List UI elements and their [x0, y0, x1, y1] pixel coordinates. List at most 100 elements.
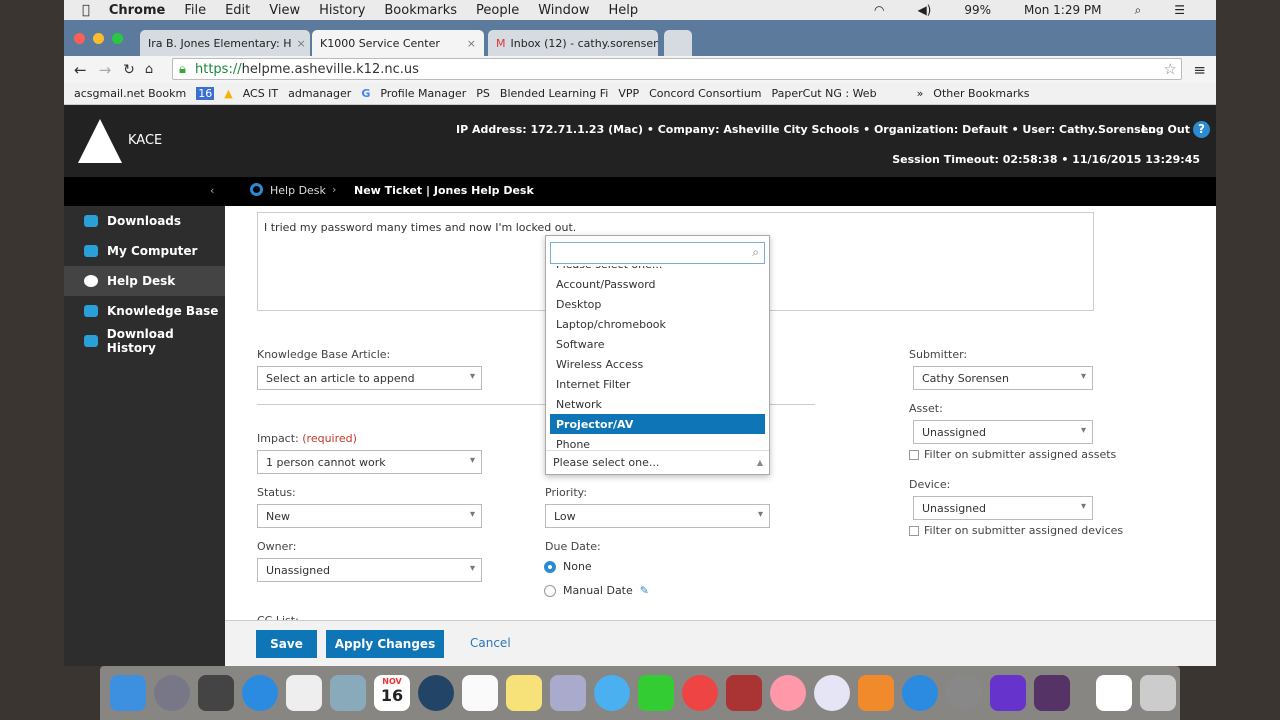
clock[interactable]: Mon 1:29 PM — [1024, 3, 1101, 17]
new-tab-button[interactable] — [664, 30, 692, 56]
menu-help[interactable]: Help — [609, 3, 639, 18]
apple-icon[interactable]:  — [82, 3, 90, 18]
facetime-icon[interactable] — [638, 675, 674, 711]
imovie-icon[interactable] — [1034, 675, 1070, 711]
tab-inbox[interactable]: MInbox (12) - cathy.sorensen× — [488, 30, 658, 56]
cancel-link[interactable]: Cancel — [470, 636, 511, 650]
spotlight-icon[interactable]: ⌕ — [1135, 3, 1142, 18]
tab-k1000[interactable]: K1000 Service Center × — [312, 30, 484, 56]
logout-link[interactable]: Log Out — [1141, 123, 1190, 136]
category-option[interactable]: Software — [546, 334, 769, 354]
mail-icon[interactable] — [330, 675, 366, 711]
category-select[interactable]: Please select one... ▲ — [546, 450, 769, 474]
pencil-icon[interactable]: ✎ — [640, 584, 649, 597]
menu-history[interactable]: History — [319, 3, 365, 18]
menu-window[interactable]: Window — [538, 3, 589, 18]
category-option-highlighted[interactable]: Projector/AV — [550, 414, 765, 434]
bookmark-calendar[interactable]: 16 — [196, 87, 215, 100]
bookmark-papercut[interactable]: PaperCut NG : Web — [772, 87, 877, 100]
volume-icon[interactable]: ◀) — [917, 3, 931, 17]
menu-bookmarks[interactable]: Bookmarks — [384, 3, 457, 18]
category-option[interactable]: Please select one... — [546, 266, 769, 274]
asset-select[interactable]: Unassigned — [913, 420, 1093, 444]
sidebar-item-help-desk[interactable]: Help Desk — [64, 266, 225, 296]
category-option[interactable]: Laptop/chromebook — [546, 314, 769, 334]
quicktime-icon[interactable] — [418, 675, 454, 711]
document-icon[interactable] — [1096, 675, 1132, 711]
submitter-select[interactable]: Cathy Sorensen — [913, 366, 1093, 390]
address-bar[interactable]: 🔒︎ https://helpme.asheville.k12.nc.us ☆ — [172, 58, 1182, 80]
battery-status[interactable]: 99% — [964, 3, 991, 17]
device-select[interactable]: Unassigned — [913, 496, 1093, 520]
asset-filter-checkbox[interactable]: Filter on submitter assigned assets — [909, 448, 1116, 461]
sidebar-item-download-history[interactable]: Download History — [64, 326, 225, 356]
menu-app[interactable]: Chrome — [109, 3, 166, 18]
category-option[interactable]: Network — [546, 394, 769, 414]
impact-select[interactable]: 1 person cannot work — [257, 450, 482, 474]
bookmark-profile-manager[interactable]: Profile Manager — [380, 87, 466, 100]
bookmark-concord[interactable]: Concord Consortium — [649, 87, 761, 100]
bookmark-admanager[interactable]: admanager — [288, 87, 351, 100]
category-option[interactable]: Account/Password — [546, 274, 769, 294]
more-bookmarks-button[interactable]: » — [917, 87, 924, 100]
menu-edit[interactable]: Edit — [225, 3, 250, 18]
menu-people[interactable]: People — [476, 3, 519, 18]
close-window-icon[interactable] — [74, 33, 85, 44]
category-option[interactable]: Internet Filter — [546, 374, 769, 394]
photos-icon[interactable] — [770, 675, 806, 711]
itunes-icon[interactable] — [814, 675, 850, 711]
close-tab-icon[interactable]: × — [467, 37, 476, 50]
due-manual-radio[interactable]: Manual Date ✎ — [544, 584, 649, 597]
reload-icon[interactable]: ↻ — [123, 62, 135, 78]
wifi-icon[interactable]: ◠ — [874, 3, 884, 17]
sidebar-item-downloads[interactable]: Downloads — [64, 206, 225, 236]
status-select[interactable]: New — [257, 504, 482, 528]
dashboard-icon[interactable] — [286, 675, 322, 711]
chrome-menu-icon[interactable]: ≡ — [1193, 61, 1206, 79]
apple-configurator-icon[interactable] — [990, 675, 1026, 711]
bookmark-other[interactable]: Other Bookmarks — [933, 87, 1029, 100]
save-button[interactable]: Save — [256, 630, 317, 658]
category-dropdown[interactable]: ⌕ Please select one... Account/Password … — [545, 235, 770, 475]
safari-icon[interactable] — [242, 675, 278, 711]
finder-icon[interactable] — [110, 675, 146, 711]
bookmark-ps[interactable]: PS — [476, 87, 490, 100]
launchpad-icon[interactable] — [154, 675, 190, 711]
menu-file[interactable]: File — [184, 3, 206, 18]
star-icon[interactable]: ☆ — [1164, 60, 1177, 78]
bookmark-vpp[interactable]: VPP — [618, 87, 639, 100]
kb-article-select[interactable]: Select an article to append — [257, 366, 482, 390]
device-filter-checkbox[interactable]: Filter on submitter assigned devices — [909, 524, 1123, 537]
ibooks-icon[interactable] — [858, 675, 894, 711]
google-icon[interactable]: G — [361, 87, 370, 100]
apply-changes-button[interactable]: Apply Changes — [326, 630, 444, 658]
category-option[interactable]: Wireless Access — [546, 354, 769, 374]
sidebar-item-knowledge-base[interactable]: Knowledge Base — [64, 296, 225, 326]
category-search-input[interactable]: ⌕ — [550, 242, 765, 264]
bookmark-blended-learning[interactable]: Blended Learning Fi — [500, 87, 608, 100]
messages-icon[interactable] — [594, 675, 630, 711]
notification-icon[interactable]: ☰ — [1174, 3, 1185, 17]
minimize-window-icon[interactable] — [93, 33, 104, 44]
reminders-icon[interactable] — [462, 675, 498, 711]
mission-control-icon[interactable] — [198, 675, 234, 711]
close-tab-icon[interactable]: × — [296, 37, 305, 50]
due-none-radio[interactable]: None — [544, 560, 592, 573]
drive-icon[interactable]: ▲ — [224, 87, 232, 100]
back-icon[interactable]: ← — [74, 61, 87, 79]
tab-jones[interactable]: Ira B. Jones Elementary: H × — [140, 30, 310, 56]
preview-icon[interactable] — [550, 675, 586, 711]
system-preferences-icon[interactable] — [946, 675, 982, 711]
calendar-icon[interactable]: NOV 16 — [374, 675, 410, 711]
home-icon[interactable]: ⌂ — [145, 62, 153, 77]
owner-select[interactable]: Unassigned — [257, 558, 482, 582]
notes-icon[interactable] — [506, 675, 542, 711]
priority-select[interactable]: Low — [545, 504, 770, 528]
sidebar-item-my-computer[interactable]: My Computer — [64, 236, 225, 266]
breadcrumb-root[interactable]: Help Desk — [270, 184, 326, 197]
menu-view[interactable]: View — [269, 3, 300, 18]
chrome-icon[interactable] — [682, 675, 718, 711]
category-option[interactable]: Desktop — [546, 294, 769, 314]
collapse-sidebar-icon[interactable]: ‹ — [210, 184, 214, 197]
zoom-window-icon[interactable] — [112, 33, 123, 44]
